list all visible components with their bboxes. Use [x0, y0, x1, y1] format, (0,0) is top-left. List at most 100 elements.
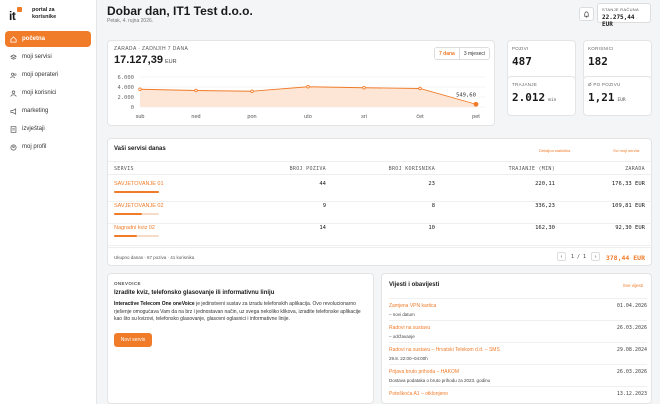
column-header-duration[interactable]: TRAJANJE (MIN)	[509, 166, 555, 172]
balance-label: STANJE RAČUNA	[602, 7, 639, 12]
new-service-button[interactable]: Novi servis	[114, 333, 152, 347]
data-point	[250, 89, 254, 93]
profile-icon	[10, 144, 17, 151]
service-name-link[interactable]: SAVJETOVANJE 01	[114, 181, 164, 187]
notifications-button[interactable]	[579, 7, 594, 21]
news-card: Vijesti i obavijesti Sve vijesti Zamjena…	[381, 273, 652, 404]
data-point	[194, 88, 198, 93]
brand-logo[interactable]: it portal za korisnike	[9, 7, 94, 23]
stat-number: 1,21	[588, 91, 615, 104]
x-tick-label: sri	[361, 114, 367, 120]
x-tick-label: sub	[136, 114, 145, 120]
table-row[interactable]: Nagradni kviz 02 14 10 162,30 92,30 EUR	[108, 220, 653, 246]
earnings-chart: 6.000 4.000 2.000 0sub ned pon uto sri čet pet 549…	[117, 75, 486, 120]
sidebar-item-label: moji servisi	[22, 54, 52, 60]
sidebar-item-moji-korisnici[interactable]: moji korisnici	[5, 85, 91, 101]
stat-card-duration: TRAJANJE 2.012 min	[507, 76, 576, 116]
sidebar-item-moji-servisi[interactable]: moji servisi	[5, 49, 91, 65]
news-item-subtitle: – održavanje	[389, 334, 415, 339]
range-3-months-button[interactable]: 3 mjeseci	[459, 48, 489, 59]
news-item-title[interactable]: Prijava bruto prihoda – HAKOM	[389, 369, 459, 375]
x-tick-label: pet	[472, 114, 480, 120]
all-news-link[interactable]: Sve vijesti	[623, 283, 643, 288]
column-header-earnings[interactable]: ZARADA	[625, 166, 645, 172]
services-title: Vaši servisi danas	[114, 146, 166, 152]
share-bar	[114, 235, 159, 237]
sidebar-item-label: moj profil	[22, 144, 47, 150]
sidebar-item-pocetna[interactable]: početna	[5, 31, 91, 47]
news-item-subtitle: – novi datum	[389, 312, 415, 317]
onevoice-product-name: Interactive Telecom One oneVoice	[114, 301, 195, 307]
share-bar	[114, 191, 159, 193]
service-name-link[interactable]: SAVJETOVANJE 02	[114, 203, 164, 209]
sidebar-item-moj-profil[interactable]: moj profil	[5, 139, 91, 155]
share-bar	[114, 213, 159, 215]
earnings-chart-card: ZARADA · ZADNJIH 7 DANA 17.127,39 EUR 7 d…	[107, 40, 495, 126]
page-indicator: 1 / 1	[571, 253, 587, 260]
cell-users: 10	[428, 225, 435, 231]
news-item[interactable]: Radovi na sustavu 26.03.2026 – održavanj…	[389, 320, 647, 342]
megaphone-icon	[10, 107, 17, 115]
x-tick-label: pon	[247, 114, 256, 120]
detailed-stats-link[interactable]: Detaljna statistika	[539, 148, 570, 153]
column-header-users[interactable]: BROJ KORISNIKA	[389, 166, 435, 172]
news-item[interactable]: Prijava bruto prihoda – HAKOM 26.03.2026…	[389, 364, 647, 386]
stat-number: 2.012	[512, 91, 546, 104]
x-tick-label: uto	[304, 114, 312, 120]
logo-dot	[17, 7, 22, 12]
stat-value: 182	[588, 55, 608, 68]
stat-label: TRAJANJE	[512, 82, 538, 87]
onevoice-label: ONEVOICE	[114, 281, 141, 286]
range-7-days-button[interactable]: 7 dana	[435, 48, 460, 59]
column-header-service[interactable]: SERVIS	[114, 166, 134, 172]
column-header-calls[interactable]: BROJ POZIVA	[290, 166, 326, 172]
balance-value: 22.275,44 EUR	[602, 14, 635, 28]
share-bar-fill	[114, 191, 159, 193]
news-item-date: 01.04.2026	[616, 303, 647, 309]
brand-line-1: portal za	[32, 7, 55, 13]
share-bar-fill	[114, 235, 138, 237]
onevoice-title: Izradite kviz, telefonsko glasovanje ili…	[114, 290, 275, 296]
sidebar-item-marketing[interactable]: marketing	[5, 103, 91, 119]
news-item[interactable]: Poteškoća A1 – otklonjeno 13.12.2023	[389, 386, 647, 404]
brand-caption: portal za korisnike	[32, 7, 56, 21]
sidebar-item-izvjestaji[interactable]: izvještaji	[5, 121, 91, 137]
x-tick-label: čet	[416, 114, 424, 120]
all-services-link[interactable]: Svi moji servisi	[613, 148, 639, 153]
account-balance[interactable]: STANJE RAČUNA 22.275,44 EUR	[597, 3, 651, 28]
stat-label: KORISNICI	[588, 46, 614, 51]
news-item-title[interactable]: Radovi na sustavu	[389, 325, 430, 331]
cell-calls: 9	[322, 203, 326, 209]
user-icon	[10, 90, 17, 97]
stat-card-avg-per-call: Ø PO POZIVU 1,21 EUR	[583, 76, 652, 116]
bell-icon	[584, 11, 589, 17]
share-bar-fill	[114, 213, 142, 215]
cell-duration: 220,11	[535, 181, 555, 187]
cell-calls: 44	[319, 181, 326, 187]
sidebar-item-moji-operateri[interactable]: moji operateri	[5, 67, 91, 83]
earnings-total: 17.127,39 EUR	[114, 54, 177, 66]
services-footer: Ukupno danas · 67 poziva · 41 korisnika …	[108, 247, 653, 267]
stat-label: Ø PO POZIVU	[588, 82, 621, 87]
brand-line-2: korisnike	[32, 14, 57, 20]
stat-unit: EUR	[617, 98, 626, 103]
prev-page-button[interactable]: ‹	[557, 252, 566, 261]
layers-icon	[10, 53, 17, 61]
news-item-title[interactable]: Zamjena VPN kartica	[389, 303, 436, 309]
cell-users: 8	[431, 203, 435, 209]
chevron-right-icon: ›	[594, 253, 597, 260]
onevoice-card: ONEVOICE Izradite kviz, telefonsko glaso…	[107, 273, 374, 404]
stat-value: 2.012 min	[512, 91, 556, 104]
stat-label: POZIVI	[512, 46, 529, 51]
news-item[interactable]: Zamjena VPN kartica 01.04.2026 – novi da…	[389, 298, 647, 320]
news-item-title[interactable]: Poteškoća A1 – otklonjeno	[389, 391, 448, 397]
cell-duration: 162,30	[535, 225, 555, 231]
sidebar: it portal za korisnike početna moji serv…	[0, 0, 97, 404]
service-name-link[interactable]: Nagradni kviz 02	[114, 225, 155, 231]
news-item[interactable]: Radovi na sustavu – Hrvatski Telekom d.d…	[389, 342, 647, 364]
sidebar-item-label: moji korisnici	[22, 90, 57, 96]
news-item-title[interactable]: Radovi na sustavu – Hrvatski Telekom d.d…	[389, 347, 500, 353]
next-page-button[interactable]: ›	[591, 252, 601, 261]
earnings-currency: EUR	[164, 59, 177, 65]
sidebar-item-label: moji operateri	[22, 72, 59, 78]
